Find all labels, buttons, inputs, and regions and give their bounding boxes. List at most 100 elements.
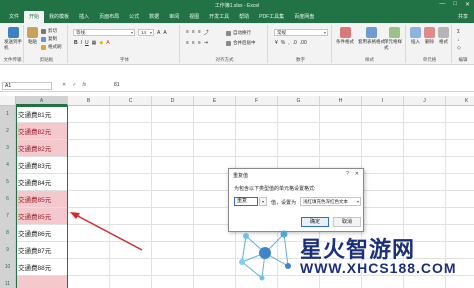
tab-file[interactable]: 文件: [4, 13, 24, 23]
cell[interactable]: [152, 208, 194, 225]
align-bottom-icon[interactable]: ≡: [198, 29, 201, 36]
cell[interactable]: [110, 276, 152, 288]
column-header-d[interactable]: D: [152, 96, 194, 106]
cell-a[interactable]: 交通费84元: [16, 174, 68, 191]
row-header[interactable]: 10: [0, 259, 16, 276]
font-color-icon[interactable]: A: [106, 40, 109, 46]
cell-a[interactable]: 交通费86元: [16, 225, 68, 242]
row-header[interactable]: 6: [0, 191, 16, 208]
cell[interactable]: [362, 208, 404, 225]
send-to-phone-button[interactable]: 发送到手机: [4, 27, 23, 51]
align-top-icon[interactable]: ≡: [186, 29, 189, 36]
cell[interactable]: [194, 242, 236, 259]
row-header[interactable]: 3: [0, 140, 16, 157]
row-header[interactable]: 5: [0, 174, 16, 191]
wrap-text-button[interactable]: 自动换行: [226, 30, 251, 36]
cell[interactable]: [68, 174, 110, 191]
cell[interactable]: [152, 242, 194, 259]
cell[interactable]: [446, 123, 474, 140]
bold-button[interactable]: B: [74, 40, 78, 46]
conditional-formatting-button[interactable]: 条件格式: [336, 27, 354, 45]
cell[interactable]: [194, 140, 236, 157]
cell[interactable]: [446, 191, 474, 208]
cell[interactable]: [194, 106, 236, 123]
cell[interactable]: [110, 157, 152, 174]
fill-down-icon[interactable]: ↓: [457, 37, 461, 43]
tab-my-templates[interactable]: 我的模板: [44, 13, 74, 23]
currency-icon[interactable]: ¥: [275, 40, 278, 46]
cell-a[interactable]: 交通费83元: [16, 157, 68, 174]
cancel-button[interactable]: 取消: [333, 217, 361, 227]
cell[interactable]: [404, 106, 446, 123]
cell-a[interactable]: 交通费88元: [16, 259, 68, 276]
insert-function-icon[interactable]: fx: [82, 82, 86, 88]
cell[interactable]: [68, 225, 110, 242]
cell-a[interactable]: 交通费82元: [16, 123, 68, 140]
row-header[interactable]: 8: [0, 225, 16, 242]
cell[interactable]: [194, 123, 236, 140]
column-header-j[interactable]: J: [404, 96, 446, 106]
orientation-icon[interactable]: ⤴: [204, 29, 209, 36]
cut-button[interactable]: 剪切: [41, 28, 57, 34]
cell[interactable]: [404, 208, 446, 225]
tab-baidu-netdisk[interactable]: 百度网盘: [289, 13, 319, 23]
column-header-e[interactable]: E: [194, 96, 236, 106]
clear-icon[interactable]: ◇: [457, 45, 461, 51]
cell[interactable]: [68, 259, 110, 276]
cell[interactable]: [68, 157, 110, 174]
column-header-f[interactable]: F: [236, 96, 278, 106]
cell[interactable]: [446, 225, 474, 242]
cell[interactable]: [236, 140, 278, 157]
cell[interactable]: [194, 276, 236, 288]
cell[interactable]: [68, 276, 110, 288]
sum-icon[interactable]: Σ: [457, 29, 461, 35]
cell[interactable]: [446, 208, 474, 225]
cell[interactable]: [446, 140, 474, 157]
insert-cells-button[interactable]: 插入: [410, 27, 421, 45]
cell[interactable]: [404, 140, 446, 157]
help-icon[interactable]: ?: [346, 171, 349, 177]
cell[interactable]: [278, 123, 320, 140]
cell[interactable]: [404, 123, 446, 140]
increase-decimal-icon[interactable]: .0: [293, 40, 297, 46]
row-header[interactable]: 1: [0, 106, 16, 123]
tab-data[interactable]: 数据: [144, 13, 164, 23]
cell[interactable]: [404, 191, 446, 208]
indent-icon[interactable]: ⇥: [204, 40, 208, 46]
cell[interactable]: [404, 157, 446, 174]
tab-developer[interactable]: 开发工具: [204, 13, 234, 23]
cell[interactable]: [110, 174, 152, 191]
cell[interactable]: [110, 191, 152, 208]
cell-a[interactable]: 交通费82元: [16, 140, 68, 157]
fill-color-icon[interactable]: ◆: [99, 40, 103, 46]
format-option-select[interactable]: 浅红填充色深红色文本: [300, 197, 361, 206]
format-painter-button[interactable]: 格式刷: [41, 44, 62, 50]
format-cells-button[interactable]: 格式: [438, 27, 449, 45]
column-header-k[interactable]: K: [446, 96, 474, 106]
cell[interactable]: [152, 123, 194, 140]
cell[interactable]: [68, 123, 110, 140]
column-header-g[interactable]: G: [278, 96, 320, 106]
cell[interactable]: [404, 174, 446, 191]
border-icon[interactable]: ▦: [92, 40, 97, 46]
row-header[interactable]: 2: [0, 123, 16, 140]
paste-button[interactable]: 粘贴: [27, 27, 38, 45]
cell[interactable]: [320, 140, 362, 157]
align-center-icon[interactable]: ≡: [192, 40, 195, 46]
cell[interactable]: [362, 157, 404, 174]
cell[interactable]: [152, 191, 194, 208]
column-header-a[interactable]: A: [16, 96, 68, 106]
cell[interactable]: [152, 106, 194, 123]
row-header[interactable]: 7: [0, 208, 16, 225]
font-name-select[interactable]: 等线: [73, 29, 135, 36]
cell-a[interactable]: 交通费85元: [16, 191, 68, 208]
cell[interactable]: [68, 140, 110, 157]
cell[interactable]: [446, 157, 474, 174]
tab-insert[interactable]: 插入: [74, 13, 94, 23]
shrink-font-icon[interactable]: A: [163, 30, 166, 36]
cell-styles-button[interactable]: 单元格样式: [384, 27, 405, 51]
cell[interactable]: [446, 174, 474, 191]
column-header-b[interactable]: B: [68, 96, 110, 106]
cell[interactable]: [362, 140, 404, 157]
close-window-button[interactable]: ✕: [465, 1, 470, 8]
